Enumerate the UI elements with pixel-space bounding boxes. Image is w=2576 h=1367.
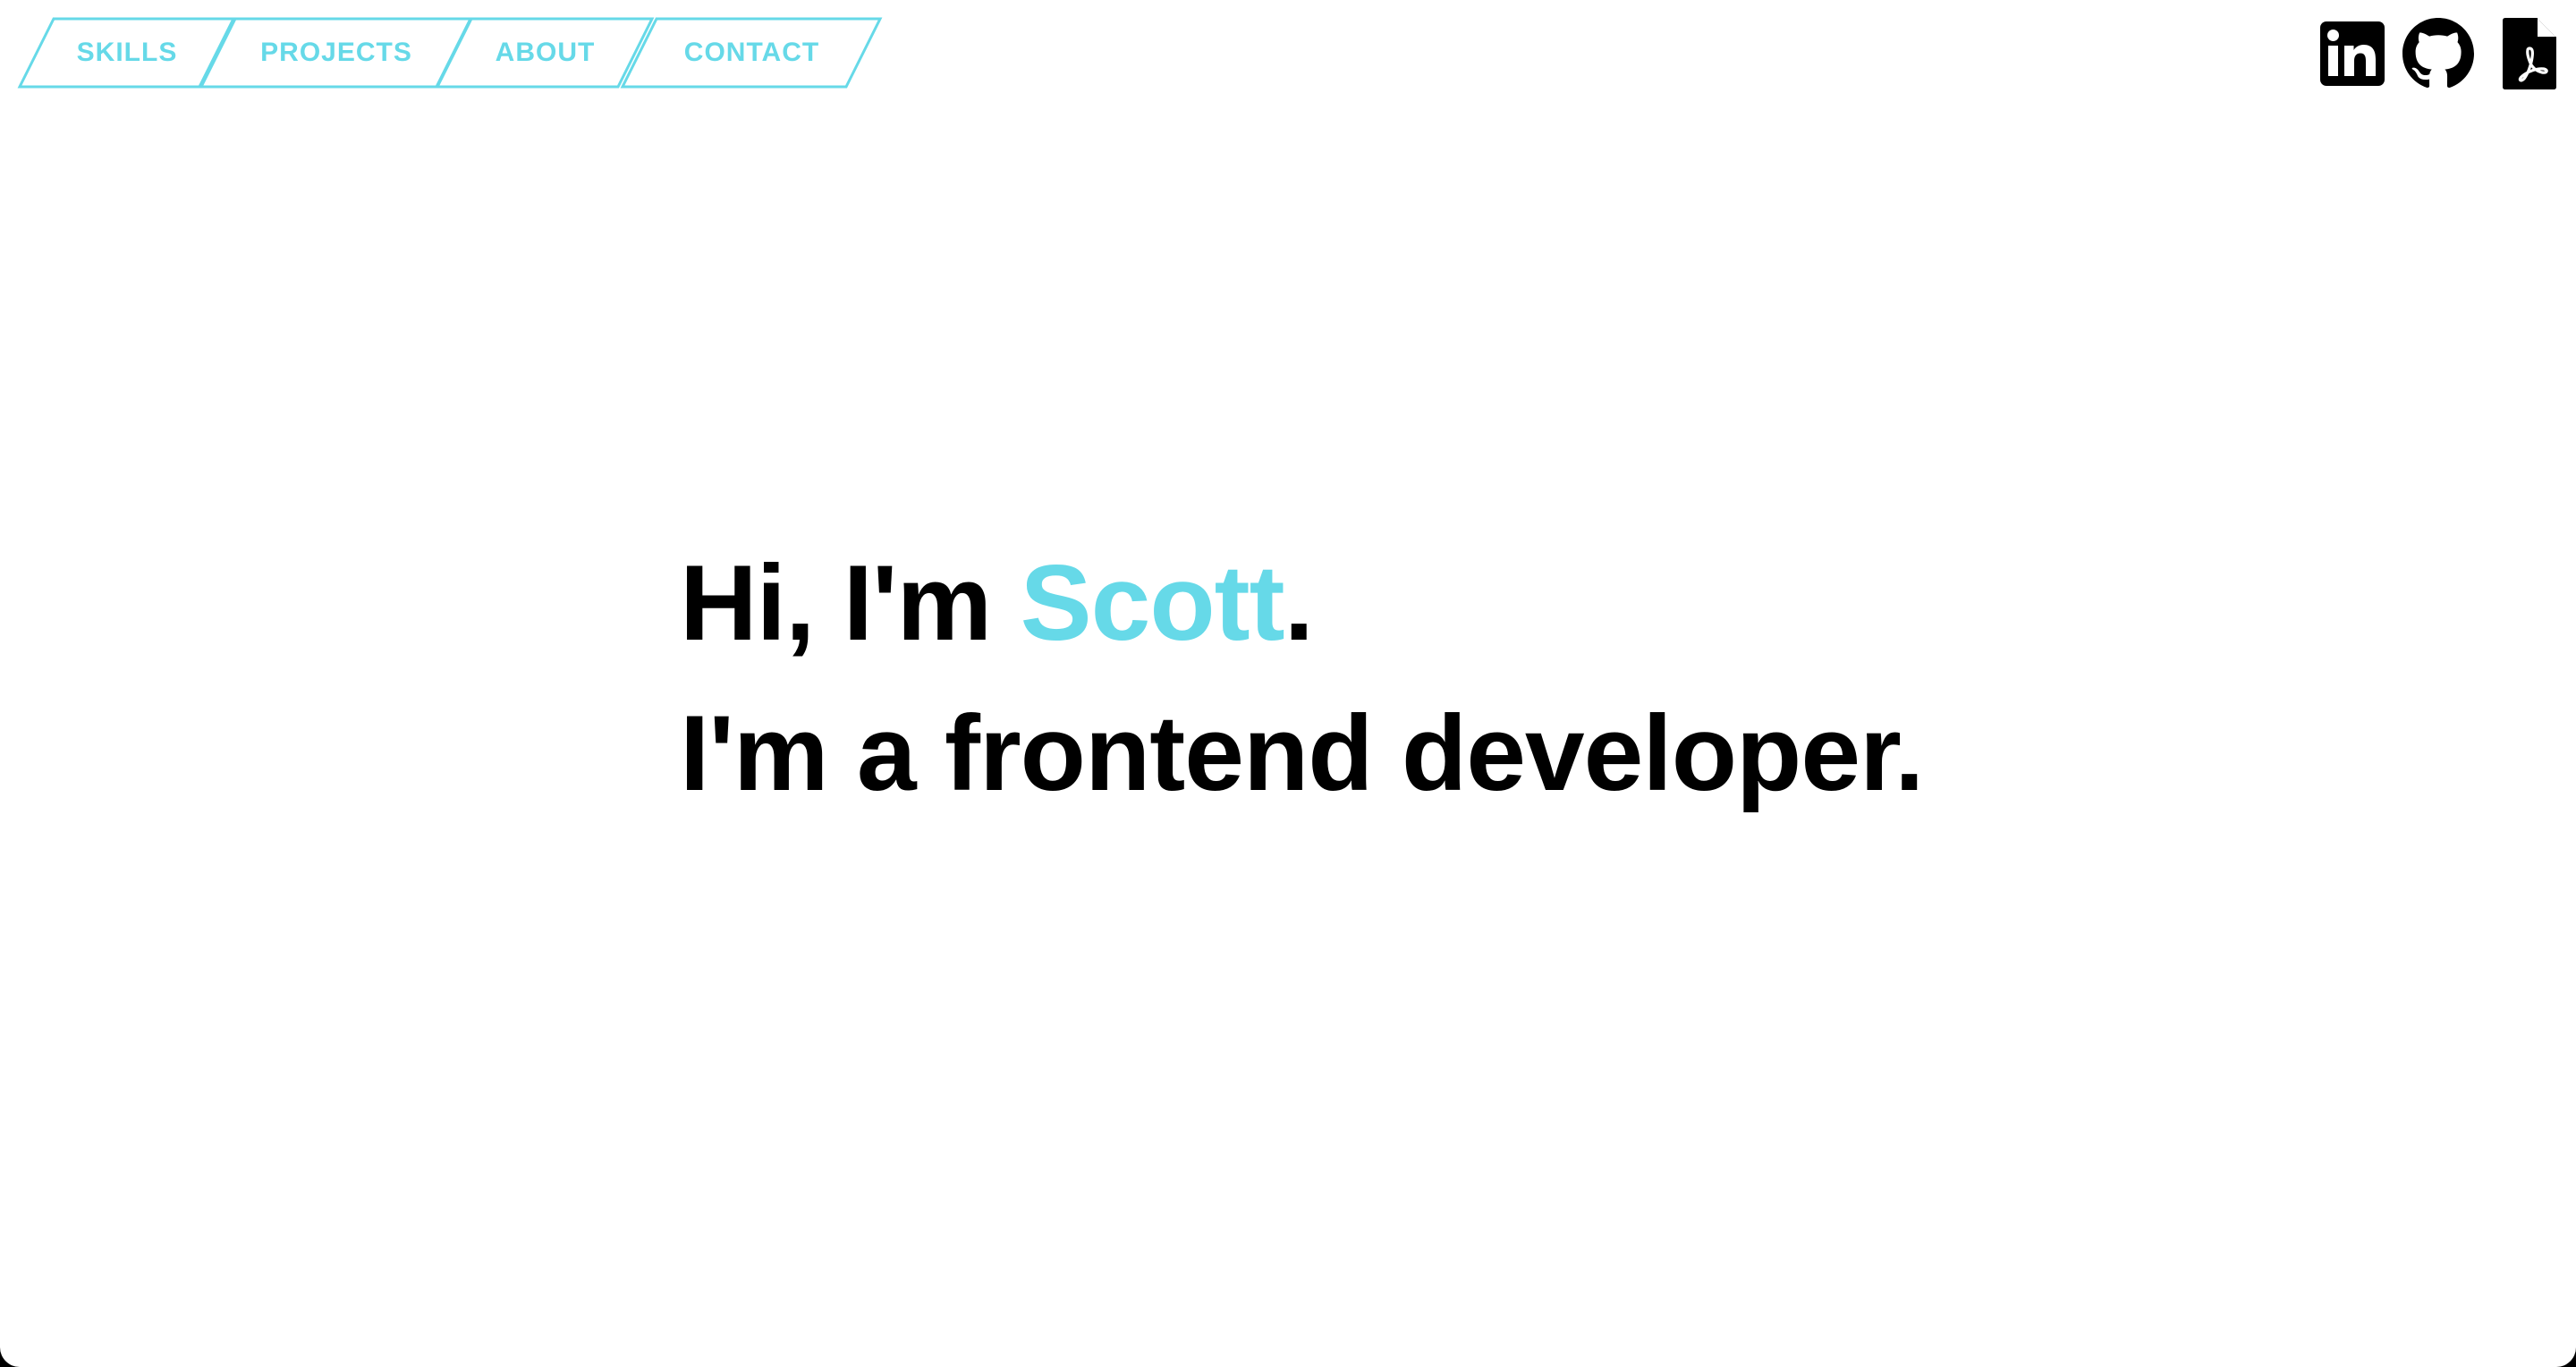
linkedin-icon [2320,21,2385,86]
github-link[interactable] [2402,18,2474,89]
hero-tagline: I'm a frontend developer. [680,693,1925,813]
nav-projects-link[interactable]: PROJECTS [199,17,473,89]
nav-skills-label: SKILLS [76,38,178,67]
hero-name: Scott [1020,543,1285,663]
nav-about-link[interactable]: ABOUT [435,17,655,89]
github-icon [2402,18,2474,89]
nav-about-label: ABOUT [495,38,596,67]
pdf-resume-icon [2503,18,2556,89]
resume-pdf-link[interactable] [2503,18,2556,89]
linkedin-link[interactable] [2320,21,2385,86]
page: SKILLS PROJECTS ABOUT CONTACT Hi, I'm Sc… [0,0,2576,1367]
hero-heading: Hi, I'm Scott. I'm a frontend developer. [680,528,1925,828]
hero-greeting-suffix: . [1284,543,1314,663]
nav-contact-link[interactable]: CONTACT [620,17,883,89]
nav-contact-label: CONTACT [683,38,820,67]
hero-greeting: Hi, I'm Scott. [680,528,1924,678]
nav-projects-label: PROJECTS [260,38,412,67]
hero-greeting-prefix: Hi, I'm [680,543,1021,663]
